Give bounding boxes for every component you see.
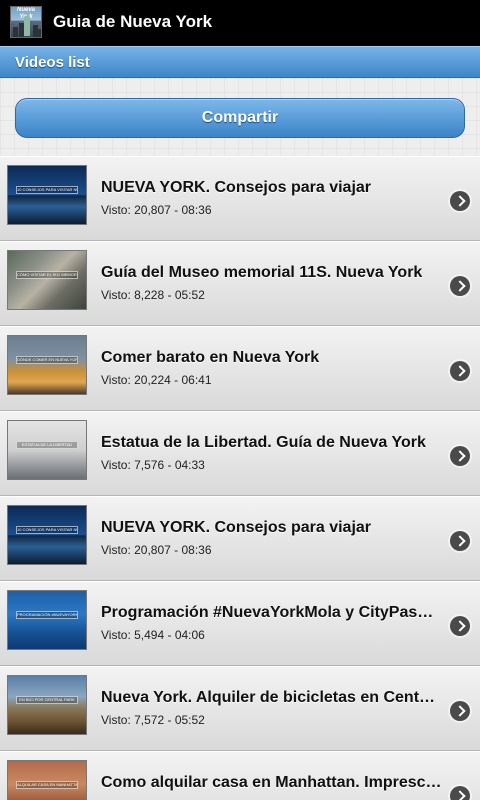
- chevron-right-icon[interactable]: [450, 786, 470, 800]
- video-views-duration: Visto: 7,576 - 04:33: [101, 458, 205, 472]
- thumbnail-caption: ESTATUA DE LA LIBERTAD: [16, 441, 78, 449]
- video-title: Nueva York. Alquiler de bicicletas en Ce…: [101, 689, 436, 706]
- thumbnail-caption: EN BICI POR CENTRAL PARK: [16, 696, 78, 704]
- chevron-right-icon[interactable]: [450, 191, 470, 211]
- video-list-item[interactable]: PROGRAMACIÓN #NUEVAYORKMOLA Programación …: [0, 581, 480, 666]
- chevron-right-icon[interactable]: [450, 531, 470, 551]
- share-area: Compartir: [0, 78, 480, 156]
- section-title: Videos list: [15, 54, 90, 71]
- chevron-right-icon[interactable]: [450, 361, 470, 381]
- video-thumbnail: PROGRAMACIÓN #NUEVAYORKMOLA: [7, 590, 87, 650]
- video-views-duration: Visto: 8,228 - 05:52: [101, 288, 205, 302]
- title-bar: Nueva York Guia de Nueva York: [0, 0, 480, 46]
- video-title: NUEVA YORK. Consejos para viajar: [101, 519, 372, 536]
- video-title: Como alquilar casa en Manhattan. Impresc…: [101, 774, 442, 791]
- video-thumbnail: 10 CONSEJOS PARA VISITAR NUEVA YORK: [7, 505, 87, 565]
- thumbnail-caption: 10 CONSEJOS PARA VISITAR NUEVA YORK: [16, 526, 78, 534]
- video-list-item[interactable]: EN BICI POR CENTRAL PARK Nueva York. Alqu…: [0, 666, 480, 751]
- video-thumbnail: ESTATUA DE LA LIBERTAD: [7, 420, 87, 480]
- video-list-item[interactable]: CÓMO VISITAR EL 9/11 MEMORIAL Guía del Mu…: [0, 241, 480, 326]
- video-thumbnail: ALQUILAR CASA EN MANHATTAN: [7, 760, 87, 800]
- chevron-right-icon[interactable]: [450, 446, 470, 466]
- chevron-right-icon[interactable]: [450, 616, 470, 636]
- video-views-duration: Visto: 20,807 - 08:36: [101, 543, 212, 557]
- video-views-duration: Visto: 20,807 - 08:36: [101, 203, 212, 217]
- video-title: Comer barato en Nueva York: [101, 349, 320, 366]
- video-title: Programación #NuevaYorkMola y CityPass…: [101, 604, 442, 621]
- video-list-item[interactable]: DÓNDE COMER EN NUEVA YORK Comer barato en…: [0, 326, 480, 411]
- thumbnail-caption: ALQUILAR CASA EN MANHATTAN: [16, 781, 78, 789]
- app-title: Guia de Nueva York: [53, 12, 213, 31]
- video-list-item[interactable]: ESTATUA DE LA LIBERTAD Estatua de la Libe…: [0, 411, 480, 496]
- video-views-duration: Visto: 7,572 - 05:52: [101, 713, 205, 727]
- app-logo-icon: Nueva York: [10, 6, 42, 38]
- thumbnail-caption: PROGRAMACIÓN #NUEVAYORKMOLA: [16, 611, 78, 619]
- video-list: 10 CONSEJOS PARA VISITAR NUEVA YORK NUEVA…: [0, 156, 480, 800]
- thumbnail-caption: 10 CONSEJOS PARA VISITAR NUEVA YORK: [16, 186, 78, 194]
- video-thumbnail: DÓNDE COMER EN NUEVA YORK: [7, 335, 87, 395]
- thumbnail-caption: CÓMO VISITAR EL 9/11 MEMORIAL: [16, 271, 78, 279]
- video-title: Estatua de la Libertad. Guía de Nueva Yo…: [101, 434, 426, 451]
- share-button[interactable]: Compartir: [15, 98, 465, 138]
- video-views-duration: Visto: 20,224 - 06:41: [101, 373, 212, 387]
- video-title: NUEVA YORK. Consejos para viajar: [101, 179, 372, 196]
- video-title: Guía del Museo memorial 11S. Nueva York: [101, 264, 423, 281]
- section-header: Videos list: [0, 46, 480, 78]
- video-list-item[interactable]: 10 CONSEJOS PARA VISITAR NUEVA YORK NUEVA…: [0, 496, 480, 581]
- thumbnail-caption: DÓNDE COMER EN NUEVA YORK: [16, 356, 78, 364]
- video-thumbnail: CÓMO VISITAR EL 9/11 MEMORIAL: [7, 250, 87, 310]
- video-views-duration: Visto: 5,494 - 04:06: [101, 628, 205, 642]
- video-thumbnail: 10 CONSEJOS PARA VISITAR NUEVA YORK: [7, 165, 87, 225]
- video-list-item[interactable]: 10 CONSEJOS PARA VISITAR NUEVA YORK NUEVA…: [0, 156, 480, 241]
- chevron-right-icon[interactable]: [450, 701, 470, 721]
- video-thumbnail: EN BICI POR CENTRAL PARK: [7, 675, 87, 735]
- chevron-right-icon[interactable]: [450, 276, 470, 296]
- video-list-item[interactable]: ALQUILAR CASA EN MANHATTAN Como alquilar …: [0, 751, 480, 800]
